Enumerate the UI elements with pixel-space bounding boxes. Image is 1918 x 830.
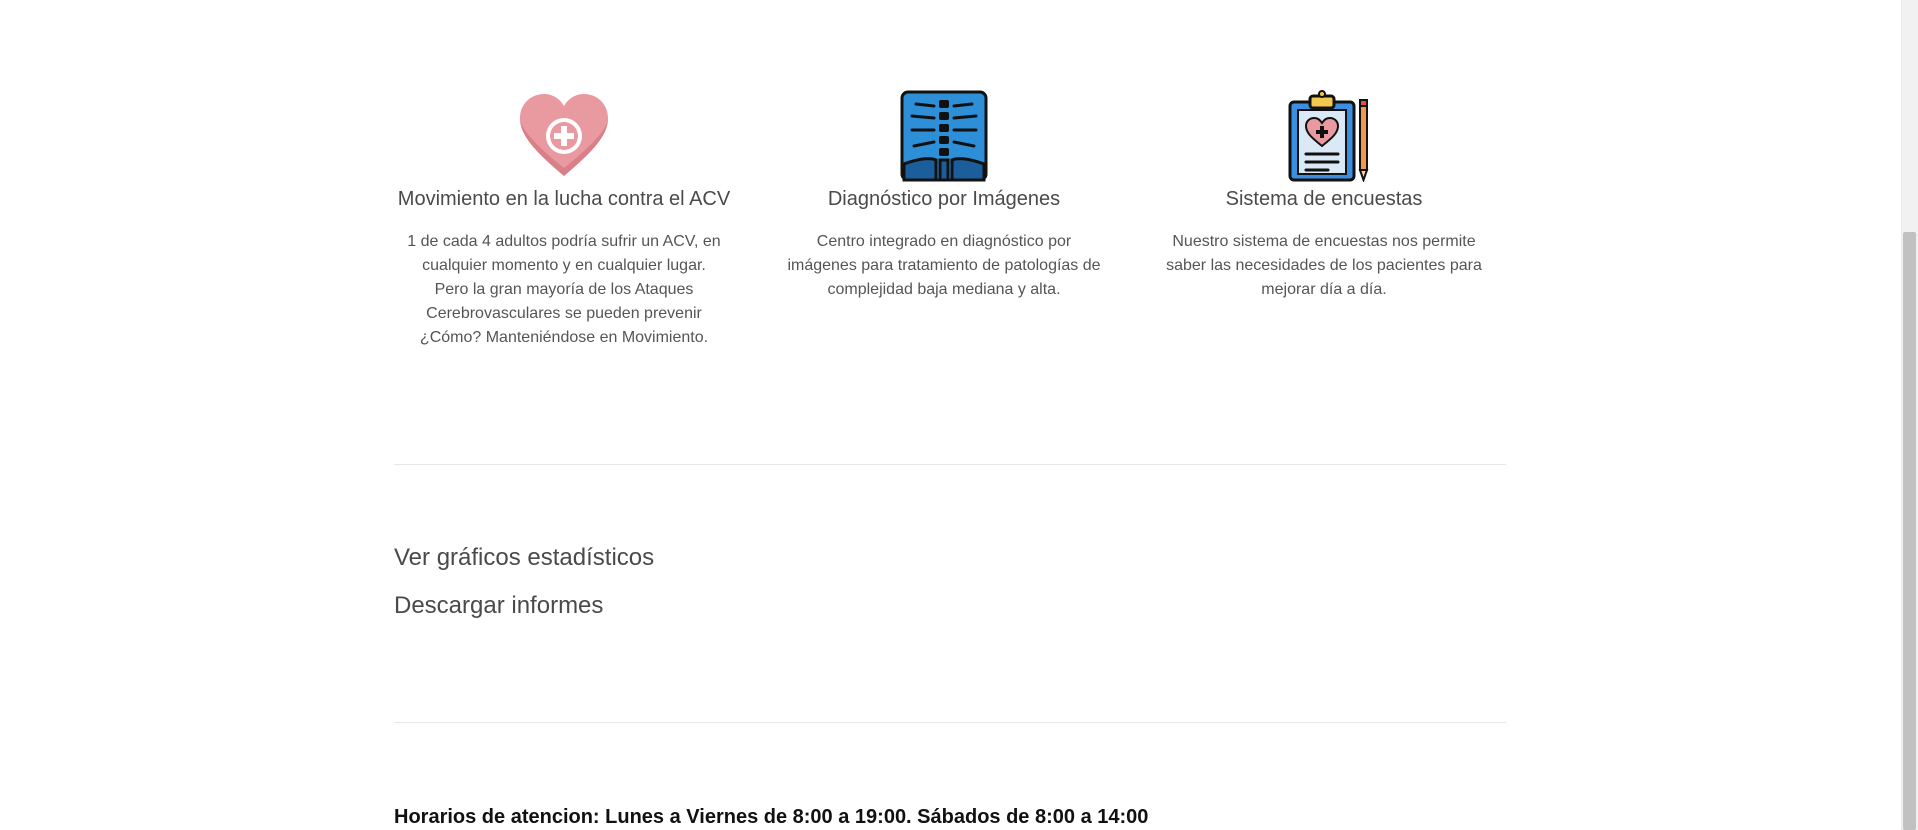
xray-icon [896, 90, 992, 182]
opening-hours: Horarios de atencion: Lunes a Viernes de… [394, 806, 1149, 828]
feature-description: Nuestro sistema de encuestas nos permite… [1166, 233, 1482, 298]
scrollbar-thumb[interactable] [1903, 232, 1916, 830]
stats-link[interactable]: Ver gráficos estadísticos [394, 542, 654, 574]
feature-imaging: Diagnóstico por Imágenes Centro integrad… [774, 90, 1114, 302]
feature-title: Diagnóstico por Imágenes [827, 188, 1061, 210]
feature-acv: Movimiento en la lucha contra el ACV 1 d… [394, 90, 734, 350]
clipboard-survey-icon [1276, 90, 1372, 182]
page: Movimiento en la lucha contra el ACV 1 d… [0, 0, 1918, 830]
feature-description: 1 de cada 4 adultos podría sufrir un ACV… [407, 233, 721, 346]
section-divider [394, 464, 1506, 465]
feature-surveys: Sistema de encuestas Nuestro sistema de … [1154, 90, 1494, 302]
scrollbar-track[interactable] [1901, 0, 1918, 830]
heart-plus-icon [516, 90, 612, 182]
links-section: Ver gráficos estadísticos Descargar info… [394, 542, 654, 638]
feature-description: Centro integrado en diagnóstico por imág… [787, 233, 1101, 298]
reports-link[interactable]: Descargar informes [394, 590, 654, 622]
section-divider [394, 722, 1506, 723]
feature-title: Sistema de encuestas [1225, 188, 1423, 210]
feature-title: Movimiento en la lucha contra el ACV [397, 188, 731, 210]
features-section: Movimiento en la lucha contra el ACV 1 d… [394, 90, 1506, 370]
